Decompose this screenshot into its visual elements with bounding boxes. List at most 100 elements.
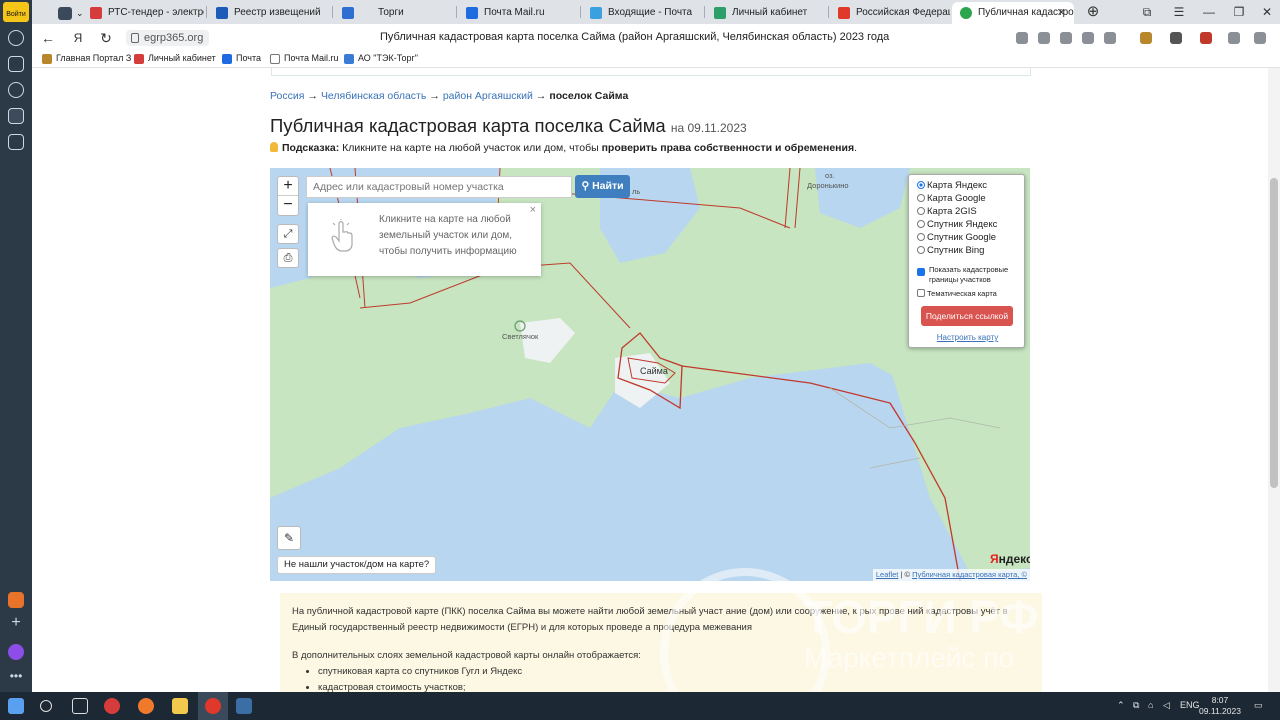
layer-bing-satellite[interactable]: Спутник Bing [917, 245, 984, 256]
bookmark-mailru[interactable]: Почта Mail.ru [270, 53, 339, 64]
tray-icon[interactable]: ⧉ [1133, 700, 1139, 711]
leaflet-link[interactable]: Leaflet [876, 570, 899, 579]
address-bar: ← Я ↻ egrp365.org Публичная кадастровая … [32, 24, 1280, 51]
pkk-link[interactable]: Публичная кадастровая карта, © [912, 570, 1027, 579]
minimize-icon[interactable]: — [1194, 0, 1224, 24]
bookmark-label: Почта Mail.ru [284, 53, 339, 63]
tek-torg-icon [344, 54, 354, 64]
popup-close-icon[interactable]: × [530, 204, 536, 216]
tab-cadastral-map[interactable]: Публичная кадастро ✕ [952, 2, 1074, 24]
breadcrumb-russia[interactable]: Россия [270, 90, 304, 102]
tab-rts-tender[interactable]: РТС-тендер - электрон [82, 2, 204, 24]
volume-icon[interactable]: ◁ [1163, 700, 1170, 711]
layer-yandex-satellite[interactable]: Спутник Яндекс [917, 219, 997, 230]
zoom-in-button[interactable]: + [278, 177, 298, 196]
layer-2gis-map[interactable]: Карта 2GIS [917, 206, 977, 217]
translate-icon[interactable] [1060, 32, 1072, 44]
reload-icon[interactable]: ↻ [96, 28, 116, 48]
bookmark-label: Почта [236, 53, 261, 63]
messenger-icon[interactable] [8, 108, 24, 124]
configure-map-link[interactable]: Настроить карту [909, 333, 1026, 342]
file-explorer-icon[interactable] [172, 698, 188, 714]
not-found-button[interactable]: Не нашли участок/дом на карте? [277, 556, 437, 574]
thematic-checkbox[interactable]: Тематическая карта [917, 289, 997, 299]
ruler-icon[interactable]: ✎ [277, 526, 301, 550]
bookmark-tek-torg[interactable]: АО "ТЭК-Торг" [344, 53, 418, 64]
fullscreen-icon[interactable]: ⤢ [277, 224, 299, 244]
more-icon[interactable]: ••• [8, 670, 24, 686]
play-icon[interactable] [8, 82, 24, 98]
scrollbar-thumb[interactable] [1270, 178, 1278, 488]
tab-inbox[interactable]: Входящие - Почта [582, 2, 704, 24]
layer-google-satellite[interactable]: Спутник Google [917, 232, 996, 243]
layer-yandex-map[interactable]: Карта Яндекс [917, 180, 987, 191]
clock[interactable]: 8:07 09.11.2023 [1198, 695, 1242, 717]
extension-emblem-icon[interactable] [1140, 32, 1152, 44]
headphones-icon[interactable] [1038, 32, 1050, 44]
collections-icon[interactable] [8, 56, 24, 72]
url-field[interactable]: egrp365.org [126, 30, 210, 46]
registry-favicon [216, 7, 228, 19]
bookmark-portal[interactable]: Главная Портал З [42, 53, 131, 64]
tab-cabinet[interactable]: Личный кабинет [706, 2, 828, 24]
radio-icon [917, 220, 925, 228]
task-view-icon[interactable] [72, 698, 88, 714]
zoom-out-button[interactable]: − [278, 196, 298, 215]
tab-separator [456, 6, 457, 18]
bookmark-pochta[interactable]: Почта [222, 53, 261, 64]
breadcrumb-district[interactable]: район Аргаяшский [443, 90, 533, 102]
firefox-icon[interactable] [138, 698, 154, 714]
find-button[interactable]: ⚲ Найти [575, 175, 630, 198]
history-icon[interactable] [8, 30, 24, 46]
radio-icon [917, 181, 925, 189]
close-tab-icon[interactable]: ✕ [1057, 2, 1066, 24]
download-icon[interactable] [1254, 32, 1266, 44]
tab-registry[interactable]: Реестр извещений [208, 2, 330, 24]
layer-google-map[interactable]: Карта Google [917, 193, 986, 204]
cadastral-map[interactable]: Сайма Светлячок оз. Доронькино ль + − ⤢ … [270, 168, 1030, 581]
apps-icon[interactable] [8, 134, 24, 150]
extensions-icon[interactable] [1016, 32, 1028, 44]
tabs-menu-icon[interactable]: ⧉ [1132, 0, 1162, 24]
label-svetlyachok: Светлячок [502, 332, 539, 341]
add-icon[interactable]: + [8, 615, 24, 632]
extension-adblock-icon[interactable] [1200, 32, 1212, 44]
app-c-icon[interactable] [104, 698, 120, 714]
menu-icon[interactable]: ☰ [1164, 0, 1194, 24]
protect-icon[interactable] [1082, 32, 1094, 44]
layer-label: Карта Яндекс [927, 180, 988, 191]
breadcrumb-region[interactable]: Челябинская область [321, 90, 426, 102]
yandex-browser-icon[interactable] [205, 698, 221, 714]
bookmark-icon[interactable] [1104, 32, 1116, 44]
yandex-icon[interactable]: Я [68, 28, 88, 48]
heart-app-icon[interactable] [8, 592, 24, 608]
login-button[interactable]: Войти [3, 2, 29, 22]
map-search-input[interactable] [306, 176, 572, 198]
restore-icon[interactable]: ❐ [1224, 0, 1254, 24]
notifications-icon[interactable]: ▭ [1254, 700, 1263, 711]
show-borders-checkbox[interactable]: Показать кадастровые границы участков [917, 265, 1017, 285]
tab-russia[interactable]: Российская Федерация [830, 2, 950, 24]
close-window-icon[interactable]: ✕ [1252, 0, 1280, 24]
start-icon[interactable] [8, 698, 24, 714]
network-icon[interactable]: ⌂ [1148, 700, 1153, 710]
language-indicator[interactable]: ENG [1180, 700, 1200, 710]
radio-icon [917, 246, 925, 254]
lock-icon [131, 33, 139, 43]
alice-icon[interactable] [8, 644, 24, 660]
print-icon[interactable]: ⎙ [277, 248, 299, 268]
back-icon[interactable]: ← [38, 28, 58, 48]
bookmarks-bar: Главная Портал З Личный кабинет Почта По… [32, 51, 1280, 68]
new-tab-button[interactable]: ⊕ [1078, 0, 1108, 24]
tab-torgi[interactable]: Торги [334, 2, 456, 24]
label-partial: ль [632, 187, 640, 196]
share-icon[interactable] [1228, 32, 1240, 44]
tab-mail[interactable]: Почта Mail.ru [458, 2, 580, 24]
tray-arrow-icon[interactable]: ⌃ [1117, 700, 1125, 711]
word-icon[interactable] [236, 698, 252, 714]
bookmark-cabinet[interactable]: Личный кабинет [134, 53, 216, 64]
label-lake: оз. [825, 171, 835, 180]
search-icon[interactable] [40, 700, 52, 712]
share-link-button[interactable]: Поделиться ссылкой [921, 306, 1013, 326]
extension-hat-icon[interactable] [1170, 32, 1182, 44]
